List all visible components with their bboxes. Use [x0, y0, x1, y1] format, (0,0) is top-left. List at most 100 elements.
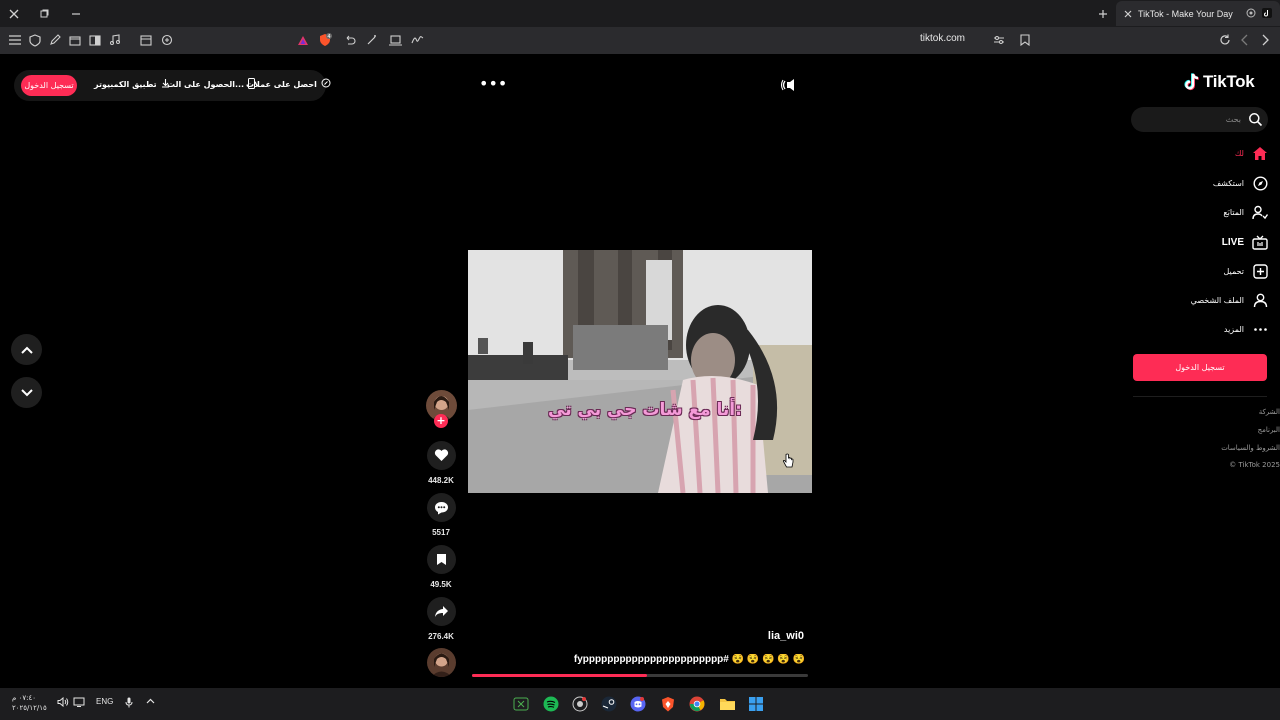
- close-tab-icon[interactable]: [1124, 7, 1132, 21]
- get-app-link[interactable]: الحصول على الت...: [167, 78, 256, 91]
- brave-rewards-icon[interactable]: [295, 32, 311, 48]
- desktop-app-link[interactable]: تطبيق الكمبيوتر: [94, 78, 170, 90]
- shield-icon[interactable]: [27, 32, 43, 48]
- like-button[interactable]: [427, 441, 456, 470]
- volume-icon[interactable]: [57, 696, 69, 709]
- save-button[interactable]: [427, 545, 456, 574]
- tiktok-wordmark: TikTok: [1203, 72, 1255, 91]
- language-indicator[interactable]: ENG: [96, 697, 113, 706]
- sidebar-item-explore[interactable]: استكشف: [1140, 172, 1268, 194]
- music-note-icon[interactable]: [107, 32, 123, 48]
- microphone-icon[interactable]: [125, 697, 133, 710]
- sidebar-item-label: لك: [1234, 148, 1244, 158]
- sidebar-item-live[interactable]: LIVE: [1140, 231, 1268, 253]
- get-coins-label: احصل على عملات: [246, 79, 317, 89]
- next-video-button[interactable]: [11, 377, 42, 408]
- comment-button[interactable]: [427, 493, 456, 522]
- save-count: 49.5K: [430, 580, 452, 589]
- sidebar-item-label: المزيد: [1223, 324, 1244, 334]
- minimize-window-icon[interactable]: [62, 0, 90, 27]
- tab-title: TikTok - Make Your Day: [1138, 8, 1233, 19]
- windows-start-icon[interactable]: [747, 695, 765, 713]
- live-tv-icon: [1252, 234, 1268, 250]
- restore-window-icon[interactable]: [30, 0, 58, 27]
- calendar-icon[interactable]: [138, 32, 154, 48]
- tiktok-logo-icon: [1184, 73, 1199, 91]
- comment-icon: [435, 501, 448, 514]
- magic-wand-icon[interactable]: [364, 32, 380, 48]
- footer-company-link[interactable]: الشركة: [1180, 408, 1280, 416]
- tiktok-logo[interactable]: TikTok: [1184, 72, 1255, 92]
- xbox-app-icon[interactable]: [512, 695, 530, 713]
- video-username[interactable]: lia_wi0: [740, 630, 804, 642]
- heart-icon: [434, 449, 449, 461]
- network-icon[interactable]: [73, 697, 85, 709]
- sidebar-item-for-you[interactable]: لك: [1140, 142, 1268, 164]
- sidebar-item-label: استكشف: [1212, 178, 1244, 188]
- search-icon[interactable]: [1248, 112, 1263, 127]
- sidebar-toggle-icon[interactable]: [87, 32, 103, 48]
- close-window-icon[interactable]: [0, 0, 28, 27]
- taskbar-clock[interactable]: ٠٧:٤٠ م ٢٠٢٥/١٢/١٥: [12, 693, 47, 713]
- follow-button[interactable]: +: [434, 414, 448, 428]
- footer-terms-link[interactable]: الشروط والسياسات: [1180, 444, 1280, 452]
- header-login-button[interactable]: تسجيل الدخول: [21, 75, 77, 96]
- github-desktop-icon[interactable]: [571, 695, 589, 713]
- tab-audio-icon[interactable]: [1246, 7, 1256, 21]
- footer-copyright: © TikTok 2025: [1229, 461, 1280, 469]
- tabs-icon[interactable]: [67, 32, 83, 48]
- sidebar-item-upload[interactable]: تحميل: [1140, 260, 1268, 282]
- sidebar-item-label: الملف الشخصي: [1190, 295, 1244, 305]
- music-disc-avatar[interactable]: [427, 648, 456, 677]
- menu-icon[interactable]: [7, 32, 23, 48]
- forward-icon[interactable]: [1257, 32, 1273, 48]
- file-explorer-icon[interactable]: [718, 695, 736, 713]
- spotify-icon[interactable]: [542, 695, 560, 713]
- sidebar-login-button[interactable]: تسجيل الدخول: [1133, 354, 1267, 381]
- previous-video-button[interactable]: [11, 334, 42, 365]
- like-count: 448.2K: [428, 476, 454, 485]
- sidebar-item-more[interactable]: المزيد: [1140, 318, 1268, 340]
- discord-icon[interactable]: [629, 695, 647, 713]
- steam-icon[interactable]: [600, 695, 618, 713]
- chrome-icon[interactable]: [688, 695, 706, 713]
- brave-browser-icon[interactable]: [659, 695, 677, 713]
- active-tab[interactable]: TikTok - Make Your Day: [1116, 1, 1280, 26]
- show-hidden-icons-icon[interactable]: [146, 697, 155, 706]
- clock-time: ٠٧:٤٠ م: [12, 694, 36, 702]
- site-settings-icon[interactable]: [991, 32, 1007, 48]
- sidebar-item-label: المتابَع: [1223, 207, 1244, 217]
- footer-program-link[interactable]: البرنامج: [1180, 426, 1280, 434]
- more-options-icon[interactable]: •••: [479, 76, 507, 92]
- get-app-label: الحصول على الت...: [167, 80, 245, 89]
- search-input[interactable]: [1141, 112, 1241, 127]
- pen-icon[interactable]: [47, 32, 63, 48]
- browser-tab-strip: TikTok - Make Your Day: [0, 0, 1280, 27]
- top-actions-pill: تسجيل الدخول تطبيق الكمبيوتر الحصول على …: [14, 70, 331, 101]
- bookmark-icon[interactable]: [1017, 32, 1033, 48]
- brave-shield-icon[interactable]: 4: [317, 32, 333, 48]
- shield-badge: 4: [327, 34, 330, 40]
- video-description: fyppppppppppppppppppppppp# 😵 😵 😵 😵 😵: [573, 654, 805, 665]
- signature-icon[interactable]: [409, 32, 425, 48]
- home-icon: [1252, 145, 1268, 161]
- sidebar-item-following[interactable]: المتابَع: [1140, 201, 1268, 223]
- comment-count: 5517: [432, 528, 450, 537]
- sound-icon[interactable]: [780, 76, 800, 94]
- more-icon: [1252, 321, 1268, 337]
- undo-icon[interactable]: [342, 32, 358, 48]
- new-tab-icon[interactable]: [1089, 0, 1117, 27]
- video-progress-bar[interactable]: [472, 674, 808, 677]
- sidebar-item-profile[interactable]: الملف الشخصي: [1140, 289, 1268, 311]
- reload-icon[interactable]: [1217, 32, 1233, 48]
- get-coins-link[interactable]: احصل على عملات: [246, 78, 331, 90]
- sidebar-item-label: تحميل: [1223, 266, 1245, 276]
- laptop-icon[interactable]: [387, 32, 403, 48]
- address-bar[interactable]: tiktok.com: [920, 33, 965, 44]
- video-player[interactable]: أنا مع شات جي بي تي:: [468, 250, 812, 493]
- search-field[interactable]: [1131, 107, 1268, 132]
- back-icon[interactable]: [1237, 32, 1253, 48]
- clock-date: ٢٠٢٥/١٢/١٥: [12, 704, 47, 712]
- share-button[interactable]: [427, 597, 456, 626]
- extensions-icon[interactable]: [159, 32, 175, 48]
